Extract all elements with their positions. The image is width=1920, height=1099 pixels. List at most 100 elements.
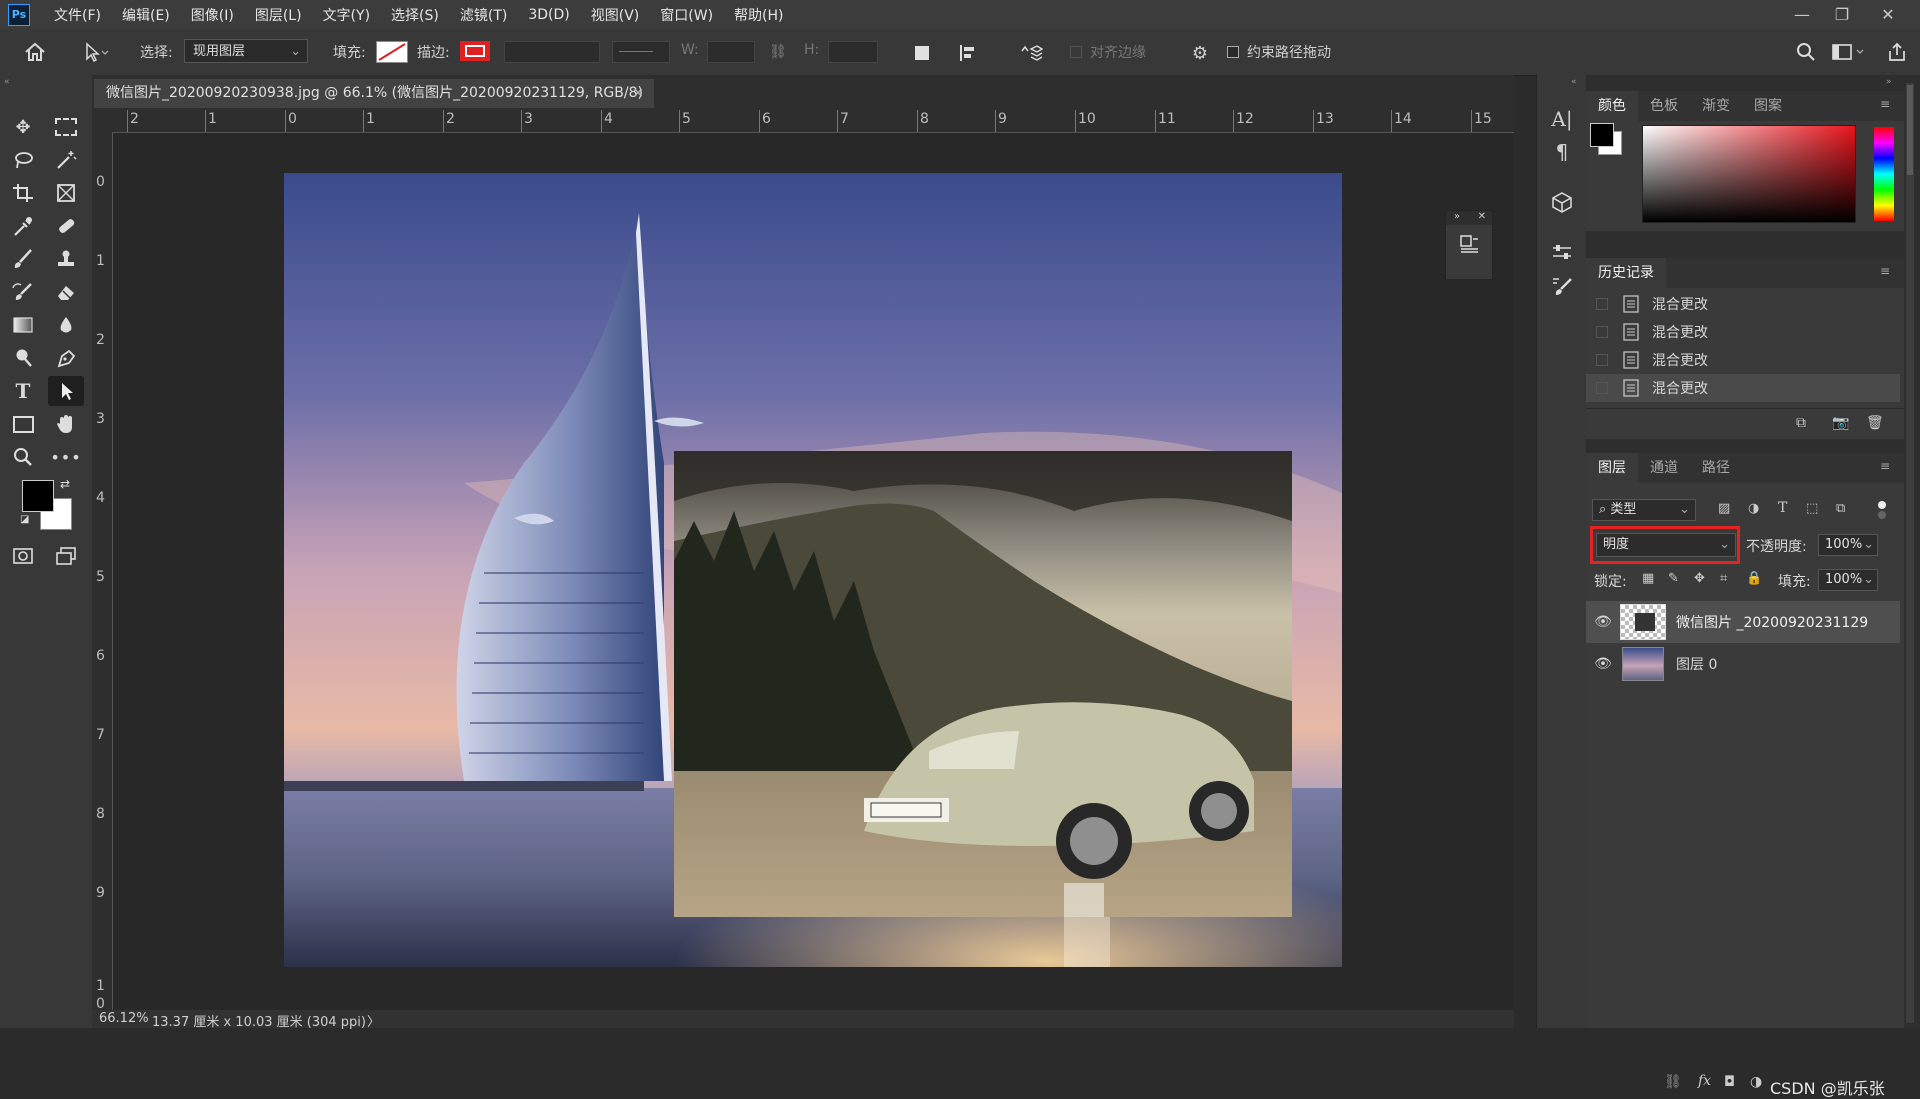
menu-file[interactable]: 文件(F) bbox=[44, 5, 112, 25]
shape-filter-icon[interactable]: ⬚ bbox=[1806, 501, 1818, 516]
layer-name[interactable]: 图层 0 bbox=[1676, 654, 1717, 674]
tab-layers[interactable]: 图层 bbox=[1586, 453, 1638, 483]
character-panel-icon[interactable]: A| bbox=[1547, 105, 1577, 133]
screen-mode-icon[interactable] bbox=[48, 541, 84, 571]
tab-paths[interactable]: 路径 bbox=[1690, 453, 1742, 483]
stroke-swatch[interactable] bbox=[460, 41, 490, 61]
status-arrow-icon[interactable]: 〉 bbox=[367, 1011, 380, 1030]
path-arrangement-icon[interactable] bbox=[1016, 41, 1046, 65]
new-document-from-state-icon[interactable]: ⧉ bbox=[1796, 415, 1806, 431]
tab-swatches[interactable]: 色板 bbox=[1638, 91, 1690, 121]
history-brush-tool-icon[interactable] bbox=[5, 277, 41, 307]
crop-tool-icon[interactable] bbox=[5, 178, 41, 208]
panel-menu-icon[interactable]: ≡ bbox=[1880, 264, 1890, 278]
history-checkbox[interactable] bbox=[1596, 354, 1608, 366]
tab-channels[interactable]: 通道 bbox=[1638, 453, 1690, 483]
minimize-icon[interactable]: — bbox=[1782, 0, 1822, 29]
home-icon[interactable] bbox=[18, 38, 52, 66]
path-alignment-icon[interactable] bbox=[954, 41, 982, 65]
close-tab-icon[interactable]: × bbox=[632, 79, 644, 108]
type-tool-icon[interactable]: T bbox=[5, 376, 41, 406]
history-checkbox[interactable] bbox=[1596, 298, 1608, 310]
default-colors-icon[interactable]: ◪ bbox=[20, 514, 29, 525]
history-item-current[interactable]: 混合更改 bbox=[1586, 374, 1900, 402]
color-field[interactable] bbox=[1642, 125, 1856, 223]
ruler-origin[interactable] bbox=[92, 108, 112, 132]
path-operations-icon[interactable] bbox=[908, 41, 936, 65]
tab-gradients[interactable]: 渐变 bbox=[1690, 91, 1742, 121]
menu-layer[interactable]: 图层(L) bbox=[245, 5, 313, 25]
workspace-icon[interactable] bbox=[1828, 39, 1868, 65]
smart-object-filter-icon[interactable]: ⧉ bbox=[1836, 501, 1845, 516]
close-window-icon[interactable]: ✕ bbox=[1868, 0, 1908, 29]
rectangle-tool-icon[interactable] bbox=[5, 409, 41, 439]
eyedropper-tool-icon[interactable] bbox=[5, 211, 41, 241]
menu-3d[interactable]: 3D(D) bbox=[518, 7, 580, 23]
close-panel-icon[interactable]: ✕ bbox=[1478, 211, 1486, 222]
eraser-tool-icon[interactable] bbox=[48, 277, 84, 307]
collapse-arrows-icon[interactable]: « bbox=[1571, 77, 1577, 87]
trash-icon[interactable]: 🗑 bbox=[1866, 415, 1884, 431]
hue-slider[interactable] bbox=[1874, 127, 1894, 221]
layer-row-selected[interactable]: 👁 微信图片 _20200920231129 bbox=[1586, 601, 1900, 643]
filter-toggle[interactable] bbox=[1878, 499, 1888, 521]
adjustments-panel-icon[interactable] bbox=[1547, 238, 1577, 266]
menu-window[interactable]: 窗口(W) bbox=[650, 5, 724, 25]
collapse-arrows-icon[interactable]: « bbox=[4, 77, 10, 87]
share-icon[interactable] bbox=[1882, 39, 1912, 65]
search-icon[interactable] bbox=[1792, 39, 1820, 65]
dodge-tool-icon[interactable] bbox=[5, 343, 41, 373]
type-filter-icon[interactable]: T bbox=[1778, 500, 1787, 516]
pixel-filter-icon[interactable]: ▨ bbox=[1718, 501, 1730, 516]
tab-history[interactable]: 历史记录 bbox=[1586, 258, 1666, 288]
gear-icon[interactable]: ⚙ bbox=[1186, 41, 1214, 65]
history-item[interactable]: 混合更改 bbox=[1586, 290, 1900, 318]
panel-foreground-swatch[interactable] bbox=[1590, 123, 1614, 147]
stroke-type-dropdown[interactable] bbox=[612, 41, 670, 63]
adjustment-filter-icon[interactable]: ◑ bbox=[1748, 501, 1759, 516]
adjustment-layer-icon[interactable]: ◑ bbox=[1750, 1074, 1762, 1090]
link-layers-icon[interactable]: ⛓ bbox=[1664, 1074, 1682, 1090]
opacity-field[interactable]: 100% ⌄ bbox=[1818, 534, 1878, 556]
height-field[interactable] bbox=[828, 41, 878, 63]
menu-image[interactable]: 图像(I) bbox=[181, 5, 245, 25]
menu-type[interactable]: 文字(Y) bbox=[313, 5, 381, 25]
stroke-width-field[interactable] bbox=[504, 41, 600, 63]
clone-stamp-tool-icon[interactable] bbox=[48, 244, 84, 274]
marquee-tool-icon[interactable] bbox=[48, 112, 84, 142]
layer-filter-dropdown[interactable]: ⌕ 类型 ⌄ bbox=[1592, 499, 1696, 521]
restore-icon[interactable]: ❐ bbox=[1822, 0, 1862, 29]
frame-tool-icon[interactable] bbox=[48, 178, 84, 208]
select-dropdown[interactable]: 现用图层 ⌄ bbox=[184, 39, 308, 63]
properties-icon[interactable] bbox=[1458, 233, 1480, 255]
more-tools-icon[interactable]: ••• bbox=[48, 442, 84, 472]
blur-tool-icon[interactable] bbox=[48, 310, 84, 340]
panel-menu-icon[interactable]: ≡ bbox=[1880, 97, 1890, 111]
paragraph-panel-icon[interactable]: ¶ bbox=[1547, 138, 1577, 166]
brush-tool-icon[interactable] bbox=[5, 244, 41, 274]
camera-icon[interactable]: 📷 bbox=[1832, 415, 1849, 431]
history-checkbox[interactable] bbox=[1596, 326, 1608, 338]
menu-filter[interactable]: 滤镜(T) bbox=[450, 5, 518, 25]
tab-color[interactable]: 颜色 bbox=[1586, 91, 1638, 121]
gradient-tool-icon[interactable] bbox=[5, 310, 41, 340]
menu-edit[interactable]: 编辑(E) bbox=[112, 5, 181, 25]
expand-icon[interactable]: » bbox=[1454, 211, 1460, 222]
brush-settings-icon[interactable] bbox=[1547, 272, 1577, 300]
swap-colors-icon[interactable]: ⇄ bbox=[60, 477, 70, 491]
history-checkbox[interactable] bbox=[1596, 382, 1608, 394]
fill-field[interactable]: 100% ⌄ bbox=[1818, 569, 1878, 591]
horizontal-ruler[interactable]: 2 1 0 1 2 3 4 5 6 7 8 9 10 11 12 13 14 15 bbox=[112, 108, 1514, 133]
direct-selection-tool-icon[interactable] bbox=[48, 376, 84, 406]
healing-brush-tool-icon[interactable] bbox=[48, 211, 84, 241]
lock-artboard-icon[interactable]: ⌗ bbox=[1720, 571, 1727, 586]
constrain-path-checkbox[interactable] bbox=[1227, 46, 1239, 58]
3d-panel-icon[interactable] bbox=[1547, 188, 1577, 216]
hand-tool-icon[interactable] bbox=[48, 409, 84, 439]
fx-icon[interactable]: fx bbox=[1698, 1073, 1711, 1089]
eye-icon[interactable]: 👁 bbox=[1586, 656, 1620, 672]
width-field[interactable] bbox=[707, 41, 755, 63]
dock-scrollbar[interactable] bbox=[1906, 83, 1914, 1023]
lock-transparency-icon[interactable]: ▦ bbox=[1642, 571, 1654, 586]
move-tool-icon[interactable]: ✥ bbox=[5, 112, 41, 142]
